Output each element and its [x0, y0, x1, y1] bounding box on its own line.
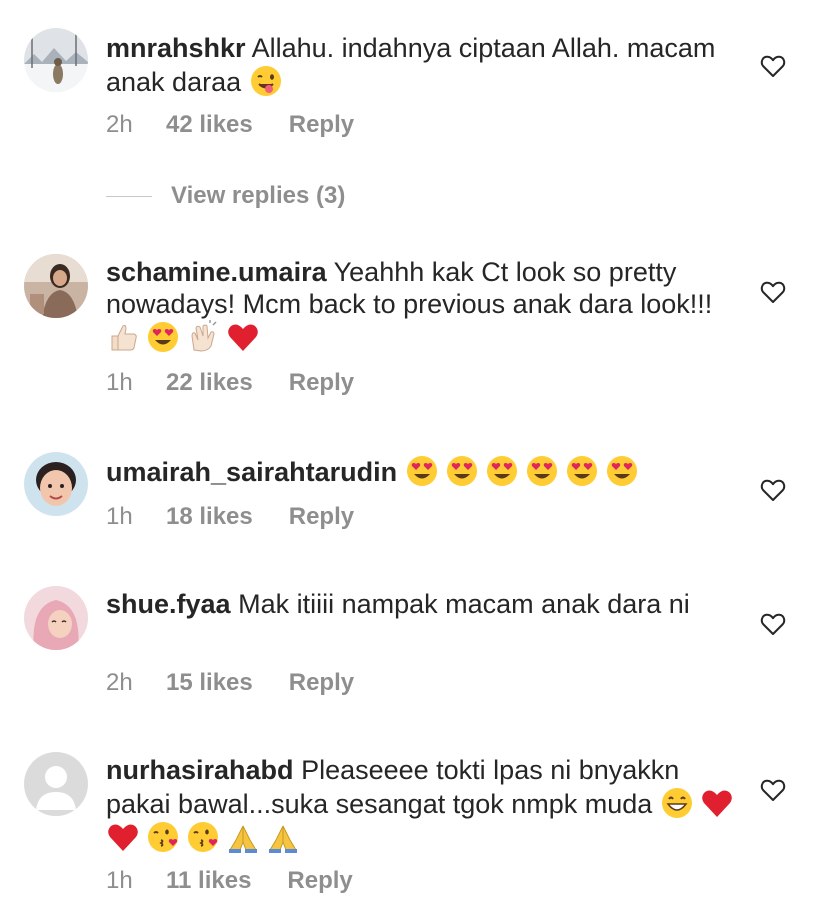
- comment-time: 1h: [106, 369, 133, 396]
- kissing-face-emoji: [146, 820, 180, 854]
- heart-outline-icon[interactable]: [760, 280, 786, 304]
- comment-meta: 2h 42 likes Reply: [106, 110, 354, 140]
- replies-divider: [106, 196, 152, 197]
- heart-outline-icon[interactable]: [760, 54, 786, 78]
- folded-hands-emoji: [226, 820, 260, 854]
- reply-button[interactable]: Reply: [287, 866, 352, 896]
- comment-body: schamine.umaira Yeahhh kak Ct look so pr…: [106, 256, 746, 354]
- clapping-hands-emoji: [186, 320, 220, 354]
- comment-time: 2h: [106, 669, 133, 696]
- comment-likes[interactable]: 15 likes: [166, 668, 253, 698]
- kissing-face-emoji: [186, 820, 220, 854]
- red-heart-emoji: [226, 320, 260, 354]
- comment-username[interactable]: umairah_sairahtarudin: [106, 457, 397, 487]
- heart-outline-icon[interactable]: [760, 478, 786, 502]
- heart-eyes-emoji: [405, 454, 439, 488]
- comment-meta: 1h 22 likes Reply: [106, 368, 354, 398]
- avatar[interactable]: [24, 452, 88, 516]
- comment-body: umairah_sairahtarudin: [106, 454, 746, 488]
- comment-username[interactable]: schamine.umaira: [106, 257, 327, 287]
- reply-button[interactable]: Reply: [289, 502, 354, 532]
- grinning-face-emoji: [660, 786, 694, 820]
- avatar[interactable]: [24, 28, 88, 92]
- comment-likes[interactable]: 42 likes: [166, 110, 253, 140]
- reply-button[interactable]: Reply: [289, 110, 354, 140]
- comment-username[interactable]: mnrahshkr: [106, 33, 246, 63]
- reply-button[interactable]: Reply: [289, 368, 354, 398]
- red-heart-emoji: [700, 786, 734, 820]
- heart-eyes-emoji: [565, 454, 599, 488]
- comment-body: mnrahshkr Allahu. indahnya ciptaan Allah…: [106, 32, 746, 98]
- heart-outline-icon[interactable]: [760, 778, 786, 802]
- heart-eyes-emoji: [485, 454, 519, 488]
- comment-meta: 1h 18 likes Reply: [106, 502, 354, 532]
- comment-time: 1h: [106, 867, 133, 894]
- comment-username[interactable]: nurhasirahabd: [106, 755, 294, 785]
- folded-hands-emoji: [266, 820, 300, 854]
- thumbs-up-emoji: [106, 320, 140, 354]
- heart-eyes-emoji: [605, 454, 639, 488]
- red-heart-emoji: [106, 820, 140, 854]
- heart-eyes-emoji: [525, 454, 559, 488]
- comment-meta: 2h 15 likes Reply: [106, 668, 354, 698]
- heart-outline-icon[interactable]: [760, 612, 786, 636]
- comment-likes[interactable]: 18 likes: [166, 502, 253, 532]
- avatar[interactable]: [24, 254, 88, 318]
- comment-time: 1h: [106, 503, 133, 530]
- reply-button[interactable]: Reply: [289, 668, 354, 698]
- comment-text: Mak itiiii nampak macam anak dara ni: [238, 589, 690, 619]
- winking-face-with-tongue-emoji: [249, 64, 283, 98]
- view-replies-label[interactable]: View replies (3): [171, 180, 345, 212]
- comment-body: nurhasirahabd Pleaseeee tokti lpas ni bn…: [106, 754, 746, 854]
- avatar[interactable]: [24, 752, 88, 816]
- avatar[interactable]: [24, 586, 88, 650]
- comment-time: 2h: [106, 111, 133, 138]
- comment-meta: 1h 11 likes Reply: [106, 866, 353, 896]
- comment-likes[interactable]: 22 likes: [166, 368, 253, 398]
- comment-body: shue.fyaa Mak itiiii nampak macam anak d…: [106, 588, 746, 620]
- comment-username[interactable]: shue.fyaa: [106, 589, 231, 619]
- comment-likes[interactable]: 11 likes: [166, 866, 251, 896]
- heart-eyes-emoji: [445, 454, 479, 488]
- heart-eyes-emoji: [146, 320, 180, 354]
